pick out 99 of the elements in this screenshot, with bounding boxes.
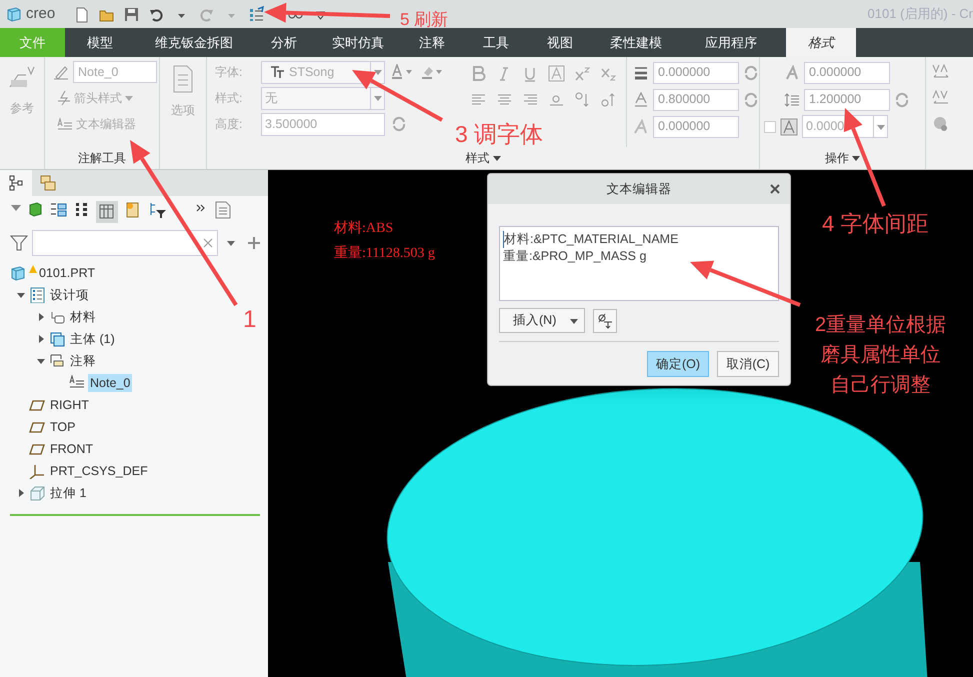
notes-icon — [49, 353, 65, 369]
group-title: 操作 — [825, 150, 849, 167]
pencil-icon — [53, 64, 69, 80]
annotation-text: 4 字体间距 — [822, 210, 928, 238]
checkbox[interactable] — [764, 120, 776, 132]
diameter-symbol-icon — [597, 312, 613, 328]
tree-item[interactable]: 主体 (1) — [68, 330, 117, 348]
list-page-icon — [172, 65, 194, 93]
warning-icon — [29, 265, 37, 273]
collapse-icon[interactable] — [16, 290, 26, 300]
tree-item[interactable]: PRT_CSYS_DEF — [48, 462, 150, 480]
superscript-icon[interactable] — [574, 64, 592, 82]
csys-icon — [29, 463, 45, 479]
tree-icon — [8, 175, 24, 191]
filter-icon — [10, 234, 28, 252]
annotation-text: 1 — [243, 305, 256, 335]
ribbon-tab[interactable]: 注释 — [401, 28, 463, 57]
logo: creo — [26, 4, 56, 24]
reset-icon[interactable] — [894, 92, 910, 108]
text-line: 重量:&PRO_MP_MASS g — [503, 248, 648, 265]
expand-icon[interactable] — [36, 334, 46, 344]
ribbon-tab[interactable]: 柔性建模 — [591, 28, 681, 57]
tree-item[interactable]: FRONT — [48, 440, 96, 458]
material-icon — [49, 309, 65, 325]
table-view-icon[interactable] — [96, 201, 118, 223]
add-icon[interactable] — [248, 237, 260, 249]
caret-icon[interactable] — [492, 154, 500, 162]
text-width-icon — [633, 92, 649, 108]
line-spacing-icon — [784, 92, 800, 108]
dialog-title: 文本编辑器 — [606, 180, 672, 198]
annotation-text: 自己行调整 — [830, 373, 931, 398]
save-icon[interactable] — [123, 6, 140, 22]
ribbon-tab[interactable]: 实时仿真 — [315, 28, 401, 57]
tree-item[interactable]: 设计项 — [48, 286, 91, 304]
collapse-icon[interactable] — [36, 356, 46, 366]
leader-note-icon — [8, 65, 36, 89]
text-area[interactable]: 材料:&PTC_MATERIAL_NAME 重量:&PRO_MP_MASS g — [499, 226, 779, 301]
annotation-text: 2重量单位根据 — [815, 313, 946, 338]
model-tree-tab[interactable] — [0, 170, 32, 196]
reset-icon[interactable] — [743, 64, 759, 80]
tree-item[interactable]: TOP — [48, 418, 78, 436]
annotation-text: 5 刷新 — [400, 9, 448, 31]
field-label: 样式: — [215, 90, 244, 107]
font-icon — [270, 65, 286, 79]
reset-icon[interactable] — [391, 116, 407, 132]
down-anchor-icon[interactable] — [574, 90, 592, 108]
part-icon — [10, 265, 26, 281]
annotation-text: 3 调字体 — [455, 120, 544, 149]
reset-icon[interactable] — [743, 92, 759, 108]
line-weight-icon — [633, 64, 649, 80]
tree-item[interactable]: Note_0 — [88, 374, 132, 392]
ribbon-tab[interactable]: 维克钣金拆图 — [135, 28, 253, 57]
hatched-text-icon — [780, 118, 798, 136]
angle-text-icon — [784, 64, 800, 80]
note-text: 材料:ABS — [334, 220, 394, 238]
group-title: 注解工具 — [78, 150, 126, 167]
ribbon-tab[interactable]: 分析 — [253, 28, 315, 57]
clear-icon[interactable] — [203, 238, 213, 248]
arrow-style-icon — [57, 90, 71, 106]
palette-icon[interactable] — [932, 115, 950, 133]
body-icon — [49, 331, 65, 347]
field-label: 高度: — [215, 116, 244, 133]
text-color-icon[interactable] — [391, 64, 415, 80]
insert-dropdown[interactable]: 插入(N) — [499, 308, 585, 333]
note-text: 重量:11128.503 g — [334, 244, 435, 263]
annotation-text: 磨具属性单位 — [820, 343, 941, 368]
field-label: 字体: — [215, 64, 244, 81]
slant-text-icon — [633, 118, 649, 134]
symbol-button[interactable] — [593, 308, 617, 332]
boxed-text-icon[interactable] — [548, 64, 566, 82]
search-field[interactable] — [32, 230, 218, 256]
caret-icon[interactable] — [852, 154, 860, 162]
tree-item[interactable]: 拉伸 1 — [48, 484, 88, 502]
ribbon-tab[interactable]: 视图 — [529, 28, 591, 57]
expand-icon[interactable] — [36, 312, 46, 322]
extrude-icon — [29, 485, 45, 501]
ribbon-tab[interactable]: 应用程序 — [681, 28, 781, 57]
fill-color-icon[interactable] — [421, 64, 445, 80]
tree-item[interactable]: 材料 — [68, 308, 98, 326]
tree-item[interactable]: 注释 — [68, 352, 98, 370]
stacked-folders-icon — [40, 175, 56, 191]
group-title: 样式 — [466, 150, 490, 167]
design-icon — [29, 287, 45, 303]
tree-item[interactable]: 0101.PRT — [37, 264, 98, 282]
text-line: 材料:&PTC_MATERIAL_NAME — [503, 231, 775, 248]
regenerate-icon[interactable] — [248, 6, 266, 22]
cube-icon — [6, 6, 22, 22]
expand-icon[interactable] — [16, 488, 26, 498]
ribbon-tab[interactable]: 模型 — [65, 28, 135, 57]
tree-item[interactable]: RIGHT — [48, 396, 91, 414]
caret-icon — [570, 316, 578, 324]
caret-icon[interactable] — [226, 238, 236, 248]
text-editor-icon — [57, 117, 73, 131]
close-icon[interactable] — [770, 184, 780, 194]
ribbon-tab[interactable]: 工具 — [463, 28, 529, 57]
ribbon-tab[interactable]: 格式 — [786, 28, 856, 57]
ok-button[interactable]: 确定(O) — [647, 351, 709, 377]
bold-icon[interactable] — [470, 64, 488, 82]
cancel-button[interactable]: 取消(C) — [717, 351, 779, 377]
